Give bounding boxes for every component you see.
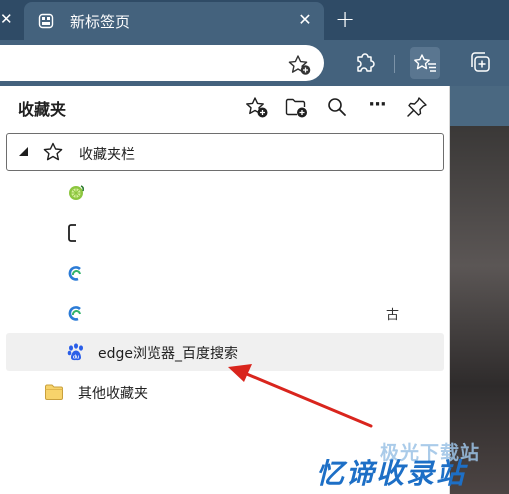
- favorite-label: edge浏览器_百度搜索: [98, 346, 238, 362]
- address-bar[interactable]: [0, 45, 324, 81]
- folder-icon: [45, 384, 63, 400]
- collections-icon[interactable]: [466, 47, 496, 79]
- other-favorites-folder[interactable]: 其他收藏夹: [6, 373, 444, 411]
- previous-tab[interactable]: ✕: [0, 0, 22, 40]
- more-icon[interactable]: ···: [365, 94, 389, 118]
- extensions-icon[interactable]: [350, 47, 380, 79]
- page-icon: [68, 224, 76, 242]
- close-tab-icon[interactable]: ✕: [0, 10, 13, 28]
- tab-strip: ✕ 新标签页 ✕ +: [0, 0, 509, 40]
- close-tab-icon[interactable]: ✕: [296, 10, 314, 29]
- favorites-bar-label: 收藏夹栏: [79, 147, 135, 163]
- add-favorite-icon[interactable]: [245, 95, 269, 119]
- baidu-paw-icon: du: [67, 343, 83, 361]
- other-favorites-label: 其他收藏夹: [78, 386, 148, 402]
- pin-icon[interactable]: [405, 95, 429, 119]
- favorite-item[interactable]: [6, 214, 444, 252]
- panel-title: 收藏夹: [18, 100, 67, 119]
- new-tab-button[interactable]: +: [334, 5, 356, 33]
- star-add-icon[interactable]: [288, 54, 312, 76]
- svg-text:du: du: [73, 355, 79, 361]
- edge-icon: [68, 306, 81, 321]
- edge-icon: [68, 266, 81, 281]
- watermark-main-text: 忆谛收录站: [316, 457, 467, 490]
- favorite-item[interactable]: [6, 294, 444, 332]
- watermark: 极光下载站 忆谛收录站: [316, 430, 509, 494]
- add-folder-icon[interactable]: [284, 95, 308, 119]
- tab-new-tab[interactable]: 新标签页 ✕: [24, 2, 324, 40]
- favorites-icon[interactable]: [410, 47, 440, 79]
- favorites-bar-folder[interactable]: 收藏夹栏: [6, 133, 444, 171]
- star-icon: [43, 142, 63, 161]
- favorite-item[interactable]: [6, 254, 444, 292]
- favorite-item-baidu[interactable]: du edge浏览器_百度搜索: [6, 333, 444, 371]
- browser-toolbar: [0, 40, 509, 86]
- expand-caret-icon[interactable]: [19, 147, 28, 156]
- favorite-trailing-text: 古: [386, 308, 400, 323]
- new-tab-page-icon: [38, 13, 54, 29]
- lime-icon: [69, 185, 85, 200]
- toolbar-divider: [394, 55, 395, 73]
- favorite-item[interactable]: [6, 174, 444, 212]
- search-icon[interactable]: [325, 95, 349, 119]
- tab-title: 新标签页: [70, 13, 131, 31]
